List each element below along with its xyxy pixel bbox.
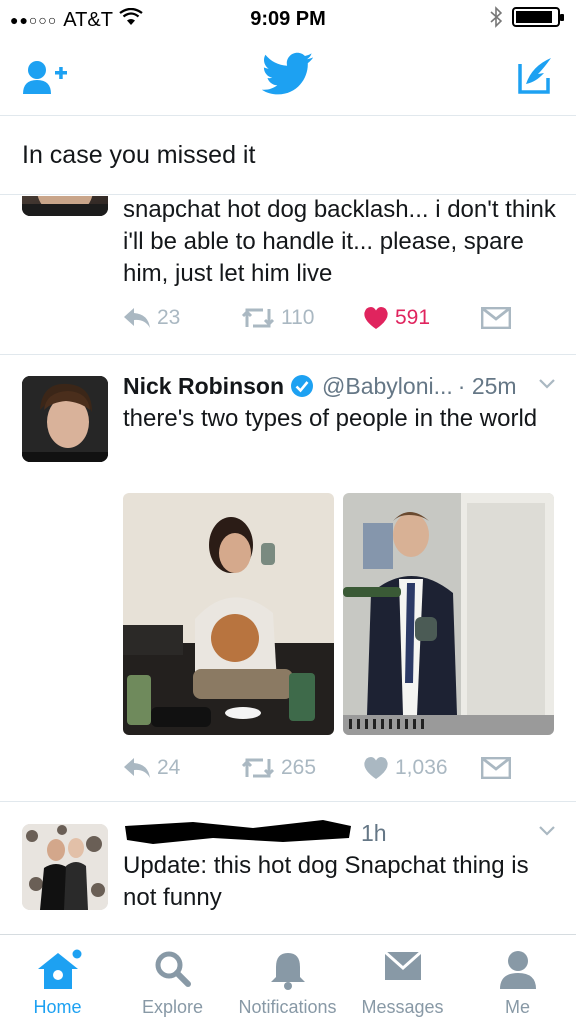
like-button[interactable]: 1,036 (363, 756, 481, 780)
like-button[interactable]: 591 (363, 306, 481, 330)
reply-button[interactable]: 23 (123, 306, 241, 330)
tab-explore[interactable]: Explore (115, 935, 230, 1024)
tab-messages[interactable]: Messages (345, 935, 460, 1024)
tab-label: Explore (141, 997, 204, 1017)
like-count: 1,036 (395, 756, 448, 779)
tweet-body: Nick Robinson @Babyloni... · 25m there's… (123, 371, 556, 435)
tweet-card[interactable]: 1h Update: this hot dog Snapchat thing i… (0, 802, 576, 934)
retweet-count: 110 (281, 306, 315, 329)
tweet-photo[interactable] (343, 493, 554, 735)
bell-icon (230, 949, 345, 991)
avatar[interactable] (22, 196, 108, 216)
tab-notifications[interactable]: Notifications (230, 935, 345, 1024)
like-count: 591 (395, 306, 431, 329)
tweet-body: snapchat hot dog backlash... i don't thi… (123, 196, 556, 290)
search-icon (115, 949, 230, 989)
author-name[interactable]: Nick Robinson (123, 371, 284, 401)
direct-message-button[interactable] (481, 757, 511, 779)
retweet-button[interactable]: 110 (241, 306, 363, 330)
author-handle[interactable]: @Babyloni... (322, 371, 453, 401)
reply-count: 23 (157, 306, 181, 329)
tweet-card[interactable]: snapchat hot dog backlash... i don't thi… (0, 196, 576, 355)
reply-icon (124, 308, 150, 328)
direct-message-button[interactable] (481, 307, 511, 329)
tweet-photo[interactable] (123, 493, 334, 735)
tab-bar: Home Explore Notifications Messages Me (0, 934, 576, 1024)
tab-label: Notifications (238, 997, 337, 1017)
bluetooth-icon (490, 6, 503, 34)
avatar[interactable] (22, 376, 108, 462)
tweet-time: 1h (361, 820, 387, 846)
tab-label: Home (33, 997, 82, 1017)
retweet-button[interactable]: 265 (241, 756, 363, 780)
compose-icon[interactable] (514, 56, 554, 101)
retweet-count: 265 (281, 756, 317, 779)
tweet-text: Update: this hot dog Snapchat thing is n… (123, 852, 529, 911)
reply-count: 24 (157, 756, 181, 779)
tab-home[interactable]: Home (0, 935, 115, 1024)
status-right (490, 6, 566, 34)
tweet-actions: 23 110 591 (123, 306, 511, 330)
envelope-icon (345, 949, 460, 983)
envelope-icon (481, 757, 511, 779)
person-icon (460, 949, 575, 991)
tweet-card[interactable]: Nick Robinson @Babyloni... · 25m there's… (0, 355, 576, 802)
tweet-actions: 24 265 1,036 (123, 756, 511, 780)
status-bar: ●●○○○ AT&T 9:09 PM (0, 0, 576, 40)
chevron-down-icon[interactable] (538, 824, 556, 842)
tweet-media[interactable] (123, 493, 554, 735)
retweet-icon (241, 308, 275, 328)
tweet-header: 1h (123, 818, 556, 848)
reply-icon (124, 758, 150, 778)
tweet-body: 1h Update: this hot dog Snapchat thing i… (123, 818, 556, 914)
battery-icon (512, 6, 566, 34)
tweet-header: Nick Robinson @Babyloni... · 25m (123, 371, 556, 401)
avatar[interactable] (22, 824, 108, 910)
nav-bar (0, 40, 576, 116)
tab-label: Me (504, 997, 530, 1017)
section-header: In case you missed it (0, 117, 576, 195)
section-title: In case you missed it (22, 141, 256, 169)
home-icon (0, 949, 115, 991)
reply-button[interactable]: 24 (123, 756, 241, 780)
tweet-text: snapchat hot dog backlash... i don't thi… (123, 196, 556, 287)
tweet-time: · 25m (457, 373, 517, 399)
tweet-text: there's two types of people in the world (123, 405, 538, 432)
add-user-icon[interactable] (22, 58, 70, 101)
heart-icon (364, 757, 388, 779)
twitter-bird-logo[interactable] (261, 52, 314, 101)
redacted-author (123, 818, 355, 848)
chevron-down-icon[interactable] (538, 377, 556, 395)
tab-label: Messages (361, 997, 444, 1017)
tab-me[interactable]: Me (460, 935, 575, 1024)
envelope-icon (481, 307, 511, 329)
retweet-icon (241, 758, 275, 778)
verified-badge-icon (290, 374, 314, 398)
heart-icon (364, 307, 388, 329)
